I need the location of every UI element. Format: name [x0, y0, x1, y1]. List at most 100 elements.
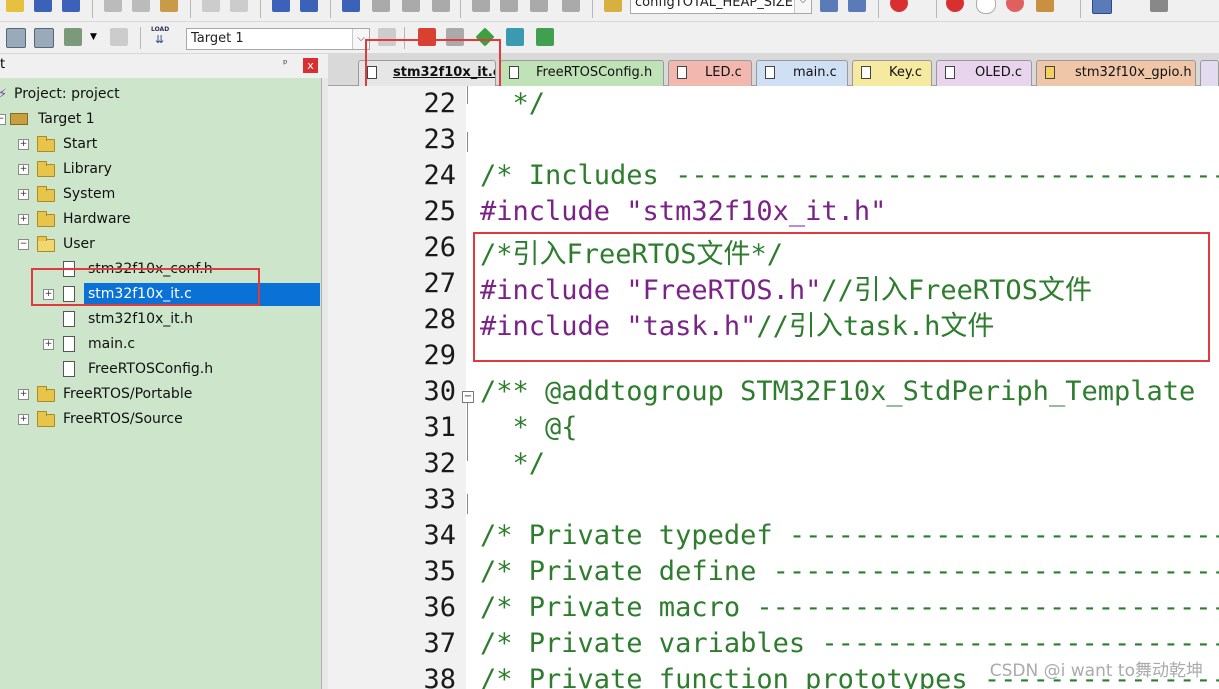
breakpoint-kill-icon[interactable]: [1036, 0, 1054, 12]
tree-node-file[interactable]: + main.c: [0, 333, 320, 356]
breakpoint-disable-icon[interactable]: [976, 0, 996, 14]
load-label: LOAD: [151, 26, 170, 33]
translate-icon[interactable]: [6, 28, 26, 48]
comment-icon[interactable]: [530, 0, 548, 12]
define-combo[interactable]: configTOTAL_HEAP_SIZE ⌵: [630, 0, 812, 14]
nav-back-icon[interactable]: [272, 0, 290, 12]
tab-key-c[interactable]: Key.c: [852, 60, 932, 86]
debug-session-icon[interactable]: [890, 0, 908, 12]
fold-collapse-icon[interactable]: −: [462, 391, 474, 403]
expand-toggle-icon[interactable]: +: [18, 189, 29, 200]
toolbar-separator: [190, 0, 191, 18]
toolbar-separator: [460, 0, 461, 18]
cut-icon[interactable]: [104, 0, 122, 12]
window-icon[interactable]: [1092, 0, 1112, 14]
tab-label: stm32f10x_gpio.h: [1075, 65, 1192, 80]
stop-build-icon[interactable]: [110, 28, 128, 46]
tree-node-group-system[interactable]: + System: [0, 183, 320, 206]
copy-icon[interactable]: [132, 0, 150, 12]
line-number: 34: [423, 520, 456, 551]
chevron-down-icon[interactable]: ▼: [90, 32, 97, 42]
line-number: 24: [423, 160, 456, 191]
tree-node-label: Library: [63, 161, 112, 177]
toolbar-separator: [592, 0, 593, 18]
tree-node-group-freertos-portable[interactable]: + FreeRTOS/Portable: [0, 383, 320, 406]
line-number: 36: [423, 592, 456, 623]
tree-node-label: Project: project: [14, 86, 120, 102]
line-number: 35: [423, 556, 456, 587]
collapse-toggle-icon[interactable]: −: [0, 114, 6, 125]
incremental-find-icon[interactable]: [848, 0, 866, 12]
toolbar-build: ▼ LOAD ⇊ Target 1 ⌵: [0, 22, 1219, 54]
tree-node-file[interactable]: FreeRTOSConfig.h: [0, 358, 320, 381]
tree-node-file[interactable]: stm32f10x_it.h: [0, 308, 320, 331]
tab-led-c[interactable]: LED.c: [668, 60, 752, 86]
toolbar-separator: [1080, 0, 1081, 18]
code-line: */: [480, 448, 546, 479]
unindent-icon[interactable]: [500, 0, 518, 12]
fold-line: [467, 494, 468, 514]
file-icon: [945, 66, 955, 79]
paste-icon[interactable]: [160, 0, 178, 12]
line-number: 38: [423, 664, 456, 689]
code-editor[interactable]: 22 23 24 25 26 27 28 29 30 31 32 33 34 3…: [328, 86, 1219, 689]
bookmark-clear-icon[interactable]: [432, 0, 450, 12]
toolbar-separator: [140, 27, 141, 49]
folder-icon: [37, 161, 55, 177]
open-folder-icon[interactable]: [6, 0, 24, 12]
save-all-icon[interactable]: [62, 0, 80, 12]
expand-toggle-icon[interactable]: +: [18, 139, 29, 150]
expand-toggle-icon[interactable]: +: [18, 389, 29, 400]
expand-toggle-icon[interactable]: +: [18, 164, 29, 175]
tab-stm32f10x-gpio-h[interactable]: stm32f10x_gpio.h: [1036, 60, 1196, 86]
tab-main-c[interactable]: main.c: [756, 60, 848, 86]
run-time-env-icon[interactable]: [536, 28, 554, 46]
code-line: /* Private define ----------------------…: [480, 556, 1219, 587]
pin-icon[interactable]: ᵖ: [283, 57, 288, 70]
bookmark-prev-icon[interactable]: [372, 0, 390, 12]
toolbar-file: configTOTAL_HEAP_SIZE ⌵: [0, 0, 1219, 22]
tab-overflow[interactable]: [1200, 60, 1219, 86]
file-icon: [63, 311, 75, 327]
rebuild-icon[interactable]: [64, 28, 82, 46]
download-icon[interactable]: LOAD ⇊: [150, 26, 170, 46]
select-packs-icon[interactable]: [506, 28, 524, 46]
close-icon[interactable]: x: [303, 58, 318, 73]
save-icon[interactable]: [34, 0, 52, 12]
tree-node-label: FreeRTOSConfig.h: [88, 361, 214, 377]
tab-label: OLED.c: [975, 65, 1022, 80]
target-select[interactable]: Target 1 ⌵: [186, 28, 370, 50]
chevron-down-icon[interactable]: ⌵: [794, 0, 811, 13]
tree-node-group-freertos-source[interactable]: + FreeRTOS/Source: [0, 408, 320, 431]
breakpoint-icon[interactable]: [946, 0, 964, 12]
uncomment-icon[interactable]: [562, 0, 580, 12]
tab-oled-c[interactable]: OLED.c: [936, 60, 1032, 86]
build-icon[interactable]: [34, 28, 54, 48]
tree-node-group-start[interactable]: + Start: [0, 133, 320, 156]
expand-toggle-icon[interactable]: +: [43, 339, 54, 350]
nav-forward-icon[interactable]: [300, 0, 318, 12]
line-number: 37: [423, 628, 456, 659]
tree-node-group-hardware[interactable]: + Hardware: [0, 208, 320, 231]
file-icon: [63, 361, 75, 377]
indent-icon[interactable]: [472, 0, 490, 12]
find-icon[interactable]: [820, 0, 838, 12]
collapse-toggle-icon[interactable]: −: [18, 239, 29, 250]
expand-toggle-icon[interactable]: +: [18, 414, 29, 425]
tree-node-group-user[interactable]: − User: [0, 233, 320, 256]
file-icon: [861, 66, 871, 79]
tab-label: Key.c: [889, 65, 922, 80]
tab-freertosconfig-h[interactable]: FreeRTOSConfig.h: [500, 60, 664, 86]
tree-node-group-library[interactable]: + Library: [0, 158, 320, 181]
config-icon[interactable]: [1150, 0, 1168, 12]
expand-toggle-icon[interactable]: +: [18, 214, 29, 225]
fold-line: [467, 132, 468, 152]
tab-label: FreeRTOSConfig.h: [536, 65, 653, 80]
undo-icon[interactable]: [202, 0, 220, 12]
find-in-files-icon[interactable]: [604, 0, 622, 12]
line-number: 25: [423, 196, 456, 227]
breakpoint-clear-icon[interactable]: [1006, 0, 1024, 12]
bookmark-icon[interactable]: [342, 0, 360, 12]
bookmark-next-icon[interactable]: [402, 0, 420, 12]
redo-icon[interactable]: [230, 0, 248, 12]
